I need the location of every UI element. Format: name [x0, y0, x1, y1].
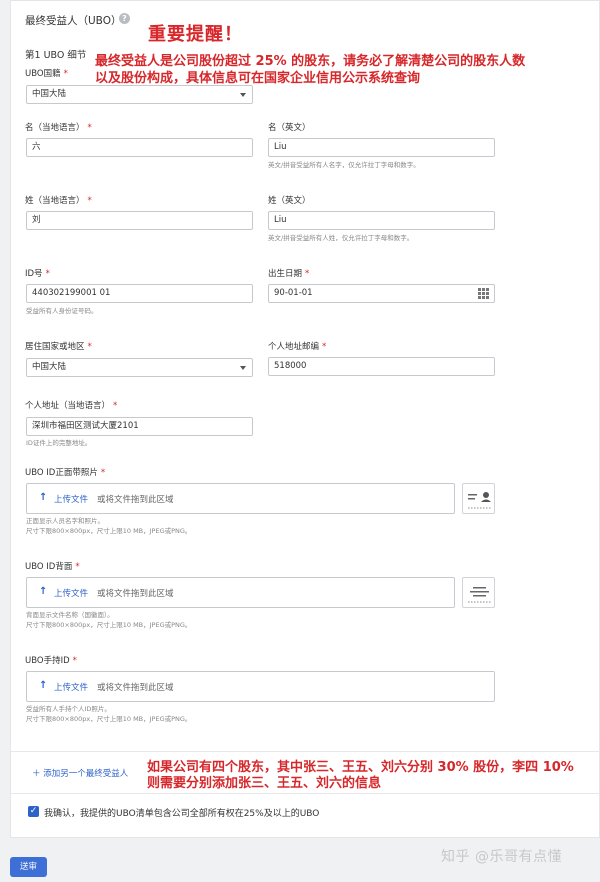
upload-link[interactable]: 上传文件 [54, 587, 88, 599]
id-number-hint: 受益所有人身份证号码。 [26, 307, 98, 315]
upload-link[interactable]: 上传文件 [54, 493, 88, 505]
id-front-example-icon [462, 483, 495, 514]
drop-text: 或将文件拖到此区域 [97, 589, 174, 599]
id-back-hint-2: 尺寸下限800×800px，尺寸上限10 MB，JPEG或PNG。 [26, 621, 192, 629]
birth-date-input[interactable]: 90-01-01 [268, 284, 495, 303]
id-holding-hint-2: 尺寸下限800×800px，尺寸上限10 MB，JPEG或PNG。 [26, 715, 192, 723]
add-ubo-button[interactable]: ＋ 添加另一个最终受益人 [32, 767, 128, 779]
given-name-en-label: 名（英文） [268, 123, 311, 133]
section-title: 第1 UBO 细节 [25, 50, 87, 61]
upload-icon: ↑ [39, 586, 48, 597]
confirm-text: 我确认，我提供的UBO清单包含公司全部所有权在25%及以上的UBO [44, 809, 320, 819]
id-number-input[interactable]: 440302199001 01 [26, 284, 253, 303]
reminder-title: 重要提醒！ [148, 24, 243, 45]
nationality-select[interactable]: 中国大陆 [26, 85, 253, 104]
surname-en-label: 姓（英文） [268, 196, 311, 206]
upload-icon: ↑ [39, 492, 48, 503]
add-ubo-label: 添加另一个最终受益人 [43, 769, 129, 779]
id-holding-hint-1: 受益所有人手持个人ID照片。 [26, 705, 111, 713]
upload-link[interactable]: 上传文件 [54, 681, 88, 693]
id-back-label: UBO ID背面 * [25, 562, 80, 572]
reminder-line-1: 最终受益人是公司股份超过 25% 的股东，请务必了解清楚公司的股东人数 [95, 54, 526, 69]
id-holding-dropzone[interactable]: ↑ 上传文件 或将文件拖到此区域 [26, 671, 495, 702]
upload-icon: ↑ [39, 680, 48, 691]
surname-en-input[interactable]: Liu [268, 211, 495, 230]
birth-date-label: 出生日期 * [268, 269, 310, 279]
submit-button[interactable]: 送审 [10, 857, 47, 877]
id-back-example-icon [462, 577, 495, 608]
confirm-checkbox[interactable]: ✓ [28, 806, 39, 817]
calendar-icon[interactable] [478, 288, 489, 299]
drop-text: 或将文件拖到此区域 [97, 683, 174, 693]
question-circle-icon[interactable]: ? [119, 13, 130, 24]
id-back-hint-1: 背面显示文件名称（国徽面）。 [26, 611, 114, 619]
surname-local-input[interactable]: 刘 [26, 211, 253, 230]
id-front-dropzone[interactable]: ↑ 上传文件 或将文件拖到此区域 [26, 483, 455, 514]
surname-en-hint: 英文/拼音受益所有人姓，仅允许拉丁字母和数字。 [268, 234, 414, 242]
divider [11, 793, 600, 794]
id-number-label: ID号 * [25, 269, 50, 279]
given-name-en-input[interactable]: Liu [268, 138, 495, 157]
birth-date-value: 90-01-01 [274, 288, 313, 298]
residence-country-label: 居住国家或地区 * [25, 342, 92, 352]
divider [11, 751, 600, 752]
address-local-hint: ID证件上的完整地址。 [26, 439, 92, 447]
ubo-form-card: 最终受益人（UBO） ? 重要提醒！ 最终受益人是公司股份超过 25% 的股东，… [10, 0, 600, 838]
drop-text: 或将文件拖到此区域 [97, 495, 174, 505]
chevron-down-icon [240, 93, 246, 97]
residence-country-value: 中国大陆 [32, 362, 67, 372]
example-line-2: 则需要分别添加张三、王五、刘六的信息 [147, 776, 382, 791]
postal-code-label: 个人地址邮编 * [268, 342, 327, 352]
chevron-down-icon [240, 366, 246, 370]
page-title: 最终受益人（UBO） [25, 15, 122, 27]
residence-country-select[interactable]: 中国大陆 [26, 358, 253, 377]
surname-local-label: 姓（当地语言） * [25, 196, 92, 206]
given-name-en-hint: 英文/拼音受益所有人名字，仅允许拉丁字母和数字。 [268, 161, 420, 169]
watermark: 知乎 @乐哥有点懂 [441, 849, 562, 865]
address-local-input[interactable]: 深圳市福田区测试大厦2101 [26, 417, 253, 436]
plus-icon: ＋ [32, 769, 41, 779]
id-holding-label: UBO手持ID * [25, 656, 77, 666]
id-back-dropzone[interactable]: ↑ 上传文件 或将文件拖到此区域 [26, 577, 455, 608]
nationality-value: 中国大陆 [32, 89, 67, 99]
id-front-label: UBO ID正面带照片 * [25, 468, 106, 478]
given-name-local-label: 名（当地语言） * [25, 123, 92, 133]
nationality-label: UBO国籍 * [25, 69, 68, 79]
postal-code-input[interactable]: 518000 [268, 357, 495, 376]
example-line-1: 如果公司有四个股东，其中张三、王五、刘六分别 30% 股份，李四 10% [147, 760, 574, 775]
given-name-local-input[interactable]: 六 [26, 138, 253, 157]
id-front-hint-2: 尺寸下限800×800px，尺寸上限10 MB，JPEG或PNG。 [26, 527, 192, 535]
address-local-label: 个人地址（当地语言） * [25, 401, 118, 411]
id-front-hint-1: 正面显示人员名字和照片。 [26, 517, 104, 525]
